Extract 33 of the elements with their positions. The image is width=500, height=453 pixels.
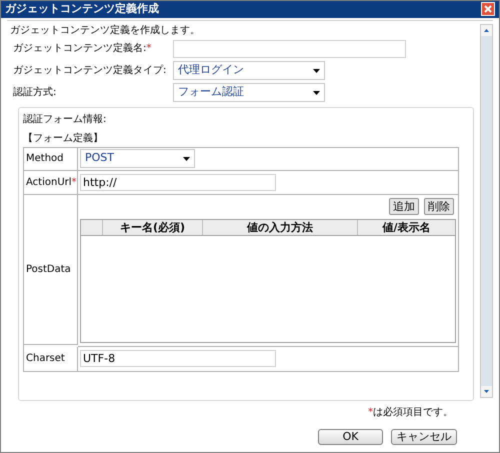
intro-text: ガジェットコンテンツ定義を作成します。: [10, 24, 201, 38]
table-action-button[interactable]: 削除: [424, 198, 454, 214]
table-action-button[interactable]: 追加: [389, 198, 419, 214]
scroll-up-icon[interactable]: [481, 24, 492, 36]
column-header: 値の入力方法: [203, 220, 358, 234]
dialog-button[interactable]: キャンセル: [391, 428, 457, 444]
close-icon: [484, 5, 492, 14]
dropdown[interactable]: POST: [80, 149, 195, 168]
caret-icon: [313, 90, 320, 94]
field-label: ガジェットコンテンツ定義名:*: [13, 42, 152, 56]
close-button[interactable]: [481, 2, 495, 16]
row-label: Charset: [24, 346, 78, 370]
row-label: PostData: [24, 194, 78, 344]
window-title: ガジェットコンテンツ定義作成: [5, 1, 159, 17]
required-note: *は必須項目です。: [368, 406, 453, 420]
section-title: 【フォーム定義】: [23, 132, 104, 146]
column-header: キー名(必須): [103, 220, 203, 234]
column-header: 値/表示名: [381, 220, 432, 234]
scroll-down-icon[interactable]: [481, 386, 492, 396]
panel-title: 認証フォーム情報:: [23, 112, 108, 126]
dialog-button[interactable]: OK: [318, 428, 383, 444]
caret-icon: [313, 68, 320, 72]
input-field[interactable]: [173, 40, 406, 58]
row-label: ActionUrl*: [24, 170, 78, 194]
row-label: Method: [24, 148, 78, 170]
input-field[interactable]: UTF-8: [80, 350, 276, 367]
scrollbar[interactable]: [480, 24, 493, 398]
input-field[interactable]: http://: [80, 174, 276, 190]
dropdown[interactable]: 代理ログイン: [173, 61, 325, 80]
dropdown[interactable]: フォーム認証: [173, 83, 325, 102]
field-label: 認証方式:: [13, 86, 58, 100]
caret-icon: [183, 156, 190, 160]
field-label: ガジェットコンテンツ定義タイプ:: [13, 64, 168, 78]
